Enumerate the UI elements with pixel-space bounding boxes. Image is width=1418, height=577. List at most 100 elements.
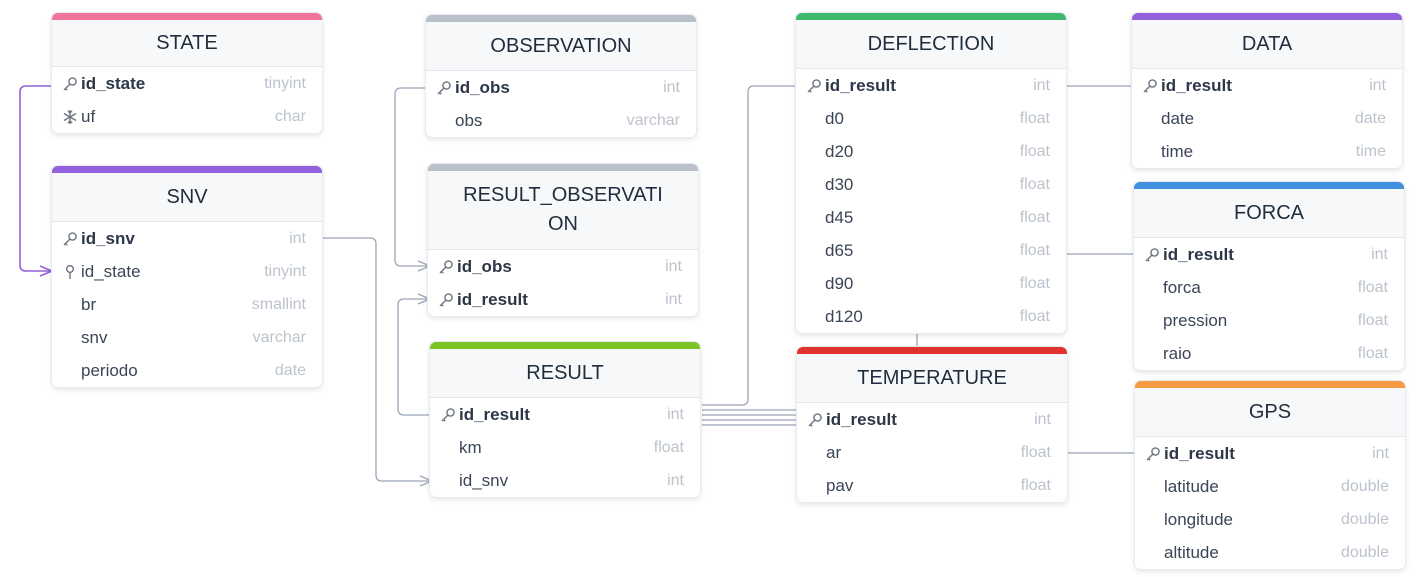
field-type: time — [1355, 142, 1386, 160]
table-forca[interactable]: FORCA id_result int forca float pression… — [1134, 182, 1404, 370]
field-name: date — [1161, 108, 1195, 128]
field-name: pav — [826, 475, 854, 495]
field-type: float — [1019, 175, 1050, 193]
field-row[interactable]: forca float — [1134, 271, 1404, 304]
field-type: int — [1034, 410, 1051, 428]
field-row[interactable]: id_obs int — [426, 71, 696, 104]
field-name: id_result — [457, 289, 528, 309]
field-row[interactable]: raio float — [1134, 337, 1404, 370]
field-row[interactable]: pav float — [797, 469, 1067, 502]
field-row[interactable]: id_result int — [428, 283, 698, 316]
table-title: TEMPERATURE — [797, 354, 1067, 403]
link-result-temperature[interactable] — [702, 409, 797, 426]
field-row[interactable]: periodo date — [52, 354, 322, 387]
field-row[interactable]: id_result int — [797, 403, 1067, 436]
field-name: d45 — [825, 207, 854, 227]
field-row[interactable]: obs varchar — [426, 104, 696, 137]
field-row[interactable]: id_snv int — [52, 222, 322, 255]
table-observation[interactable]: OBSERVATION id_obs int obs varchar — [426, 15, 696, 137]
field-type: int — [667, 471, 684, 489]
field-name: ar — [826, 442, 842, 462]
field-name: raio — [1163, 343, 1192, 363]
table-result[interactable]: RESULT id_result int km float id_snv int — [430, 342, 700, 497]
table-gps[interactable]: GPS id_result int latitude double longit… — [1135, 381, 1405, 569]
field-row[interactable]: uf char — [52, 100, 322, 133]
key-icon — [806, 411, 824, 429]
field-row[interactable]: id_obs int — [428, 250, 698, 283]
field-row[interactable]: longitude double — [1135, 503, 1405, 536]
key-icon — [439, 406, 457, 424]
field-name: id_obs — [455, 77, 510, 97]
field-name: id_state — [81, 73, 146, 93]
field-name: id_result — [1164, 443, 1235, 463]
table-color-bar — [428, 164, 698, 171]
field-name: d65 — [825, 240, 854, 260]
table-state[interactable]: STATE id_state tinyint uf char — [52, 13, 322, 133]
field-type: float — [1019, 142, 1050, 160]
field-type: varchar — [252, 328, 306, 346]
field-name: uf — [81, 106, 96, 126]
field-type: int — [1369, 76, 1386, 94]
field-row[interactable]: d0 float — [796, 102, 1066, 135]
link-state-snv[interactable] — [19, 85, 55, 277]
field-name: periodo — [81, 360, 138, 380]
link-snv-result[interactable] — [322, 237, 434, 487]
table-temperature[interactable]: TEMPERATURE id_result int ar float pav f… — [797, 347, 1067, 502]
field-row[interactable]: d120 float — [796, 300, 1066, 333]
field-name: latitude — [1164, 476, 1219, 496]
link-result-deflection[interactable] — [702, 85, 797, 406]
link-result-result-observation[interactable] — [397, 293, 432, 416]
field-row[interactable]: id_snv int — [430, 464, 700, 497]
table-color-bar — [1134, 182, 1404, 189]
table-result-observation[interactable]: RESULT_OBSERVATI ON id_obs int id_result… — [428, 164, 698, 316]
field-name: br — [81, 294, 97, 314]
table-title: SNV — [52, 173, 322, 222]
table-title: STATE — [52, 20, 322, 67]
field-type: double — [1340, 477, 1389, 495]
field-row[interactable]: id_result int — [1134, 238, 1404, 271]
field-row[interactable]: snv varchar — [52, 321, 322, 354]
field-row[interactable]: d45 float — [796, 201, 1066, 234]
field-row[interactable]: id_result int — [430, 398, 700, 431]
field-name: longitude — [1164, 509, 1234, 529]
link-observation-result-observation[interactable] — [394, 87, 432, 272]
field-row[interactable]: altitude double — [1135, 536, 1405, 569]
table-color-bar — [52, 166, 322, 173]
field-name: km — [459, 437, 482, 457]
field-name: altitude — [1164, 542, 1219, 562]
field-row[interactable]: id_result int — [1135, 437, 1405, 470]
table-data[interactable]: DATA id_result int date date time time — [1132, 13, 1402, 168]
field-row[interactable]: time time — [1132, 135, 1402, 168]
field-name: d90 — [825, 273, 854, 293]
table-title: GPS — [1135, 388, 1405, 437]
field-row[interactable]: d20 float — [796, 135, 1066, 168]
field-type: float — [1019, 241, 1050, 259]
table-snv[interactable]: SNV id_snv int id_state tinyint br small… — [52, 166, 322, 387]
field-name: id_snv — [81, 228, 135, 248]
table-color-bar — [1132, 13, 1402, 20]
field-name: id_result — [826, 409, 897, 429]
table-deflection[interactable]: DEFLECTION id_result int d0 float d20 fl… — [796, 13, 1066, 333]
table-title: DEFLECTION — [796, 20, 1066, 69]
field-type: int — [1033, 76, 1050, 94]
field-row[interactable]: pression float — [1134, 304, 1404, 337]
field-row[interactable]: d30 float — [796, 168, 1066, 201]
field-row[interactable]: id_state tinyint — [52, 67, 322, 100]
field-row[interactable]: br smallint — [52, 288, 322, 321]
table-color-bar — [52, 13, 322, 20]
field-row[interactable]: id_result int — [796, 69, 1066, 102]
field-name: d20 — [825, 141, 854, 161]
field-row[interactable]: ar float — [797, 436, 1067, 469]
field-row[interactable]: d65 float — [796, 234, 1066, 267]
field-type: int — [1372, 444, 1389, 462]
field-row[interactable]: id_result int — [1132, 69, 1402, 102]
field-row[interactable]: date date — [1132, 102, 1402, 135]
table-title: OBSERVATION — [426, 22, 696, 71]
table-color-bar — [797, 347, 1067, 354]
field-row[interactable]: latitude double — [1135, 470, 1405, 503]
field-name: snv — [81, 327, 108, 347]
field-row[interactable]: d90 float — [796, 267, 1066, 300]
field-row[interactable]: id_state tinyint — [52, 255, 322, 288]
table-color-bar — [1135, 381, 1405, 388]
field-row[interactable]: km float — [430, 431, 700, 464]
